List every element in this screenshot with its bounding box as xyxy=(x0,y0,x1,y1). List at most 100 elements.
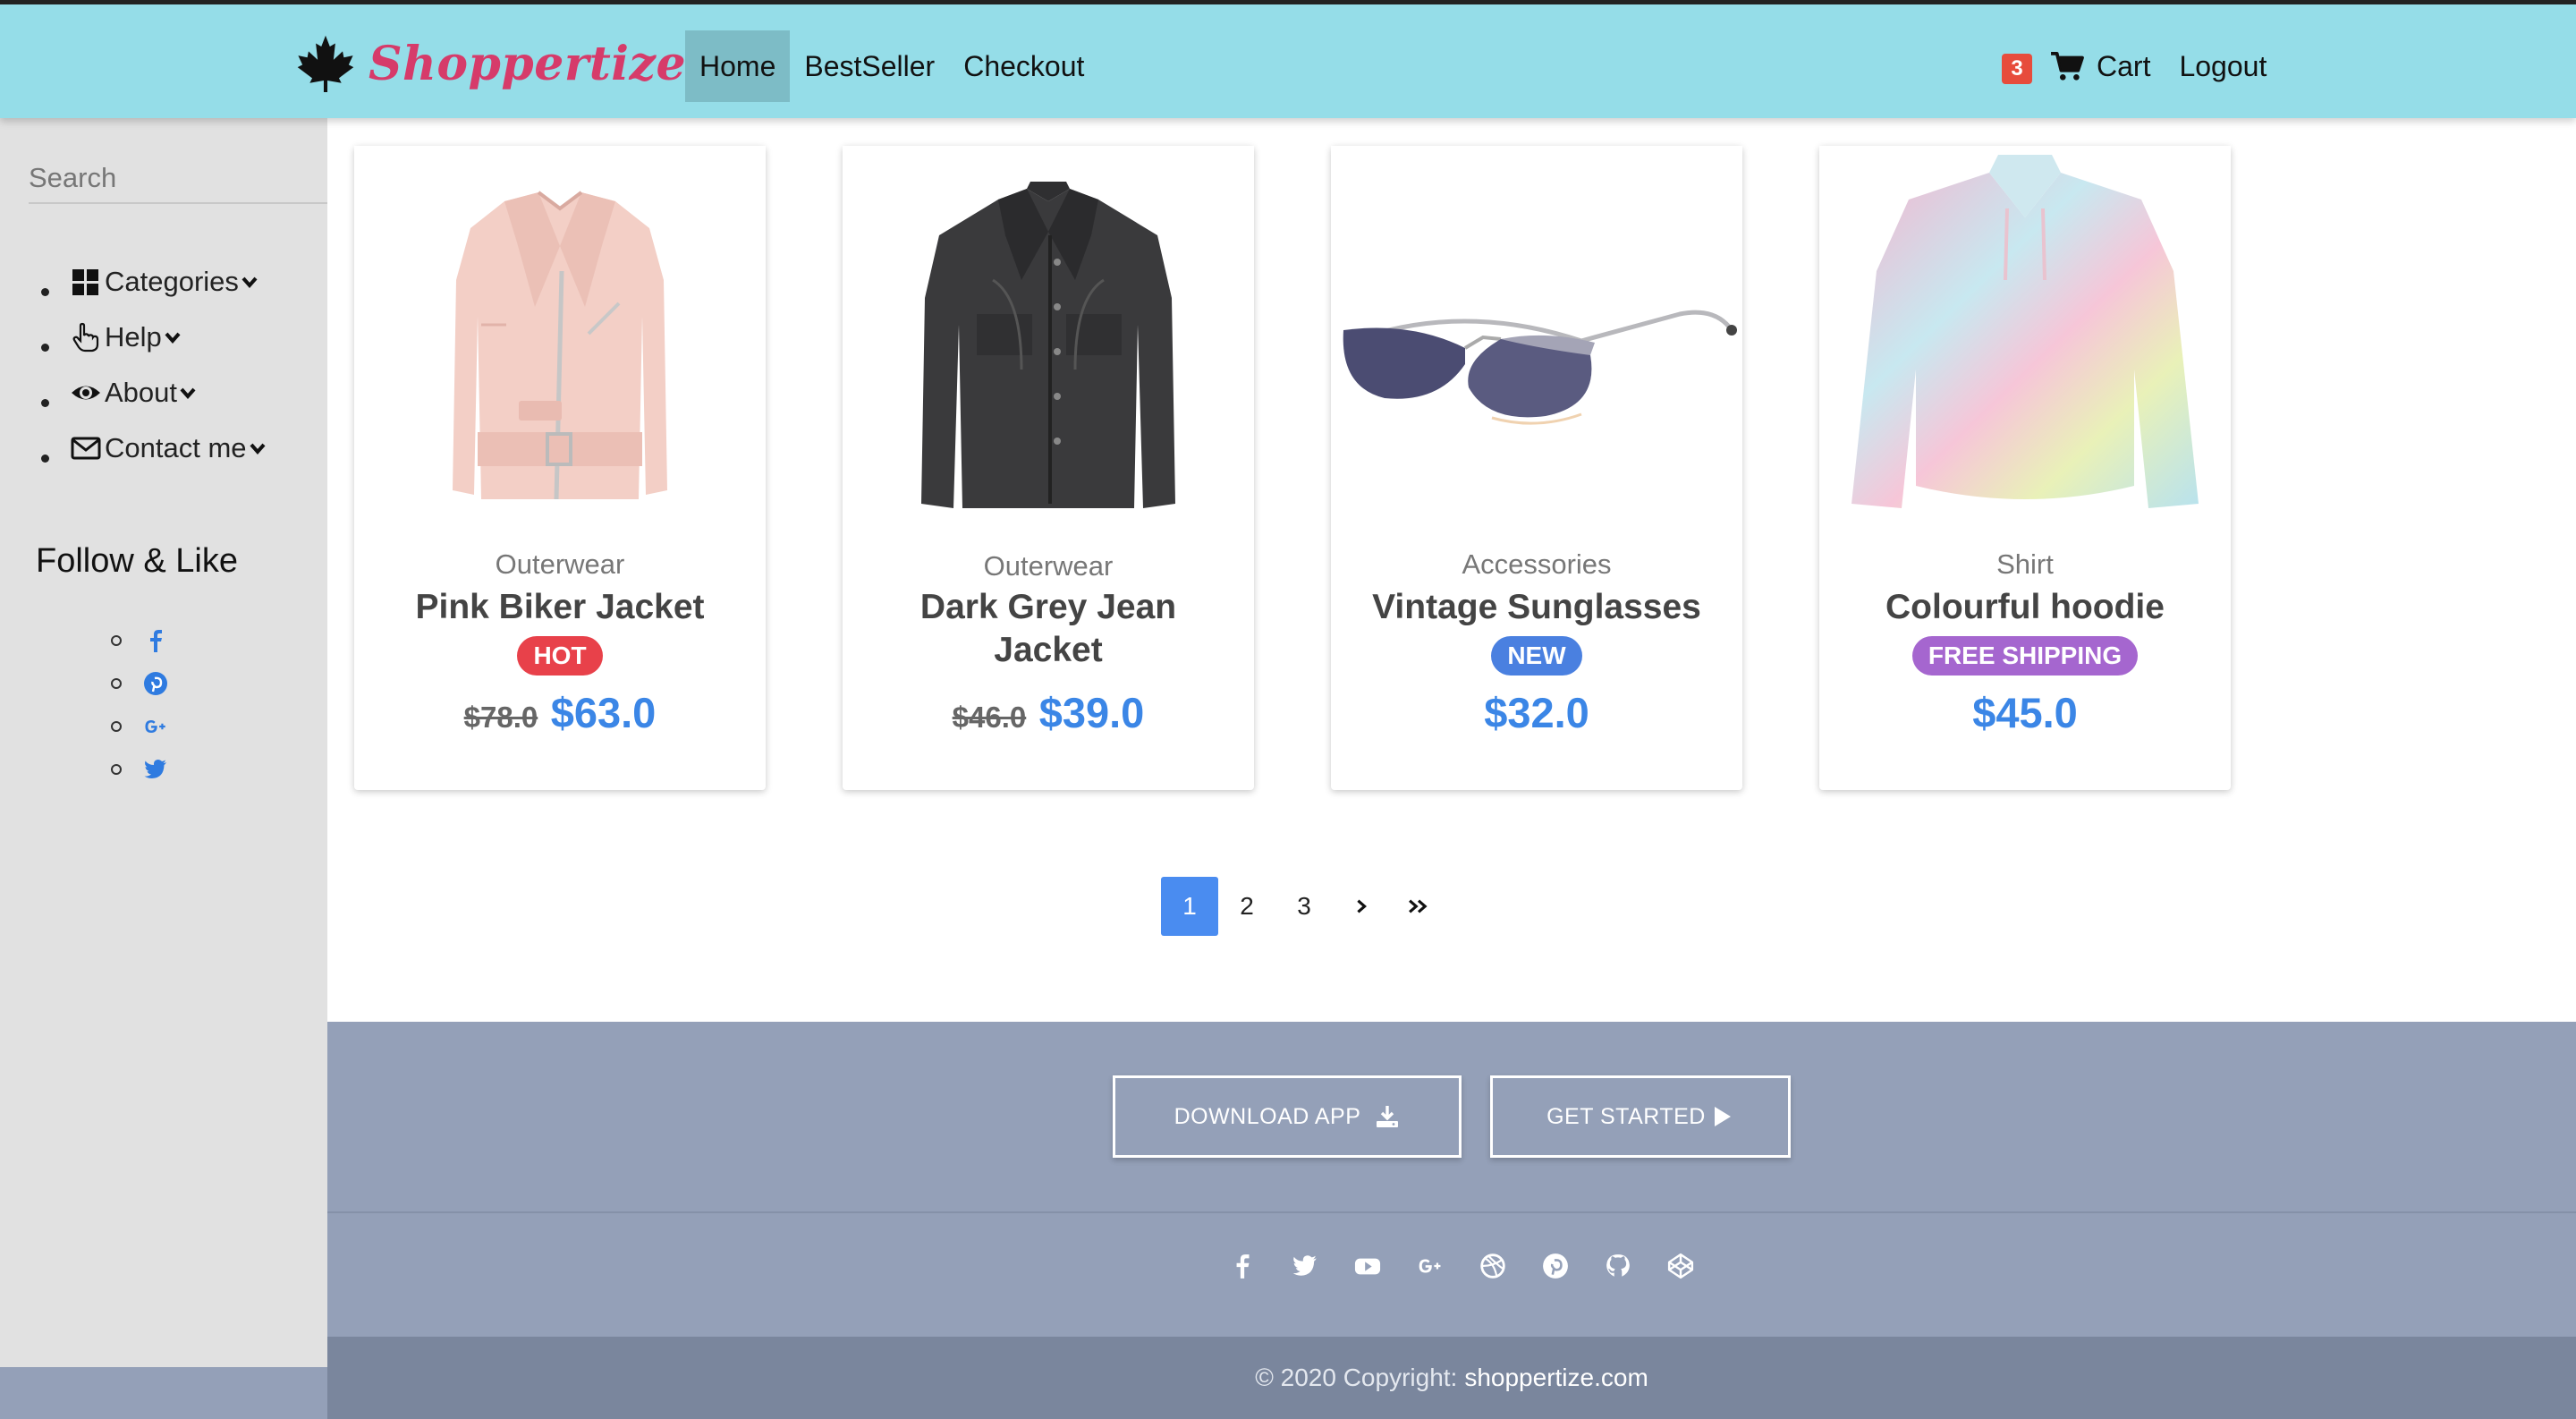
brand-logo[interactable]: Shoppertize xyxy=(295,24,686,103)
sidebar-menu: Categories Help About Contact me xyxy=(41,254,267,476)
current-price: $63.0 xyxy=(550,689,657,736)
chevron-down-icon xyxy=(250,443,266,455)
badge-row: FREE SHIPPING xyxy=(1819,636,2231,676)
old-price: $46.0 xyxy=(952,701,1027,734)
pinterest-icon xyxy=(1543,1253,1568,1279)
current-price: $45.0 xyxy=(1972,689,2078,736)
product-category: Outerwear xyxy=(495,548,625,580)
product-category: Accessories xyxy=(1462,548,1612,580)
product-name: Pink Biker Jacket xyxy=(415,588,705,626)
product-name: Vintage Sunglasses xyxy=(1372,588,1701,626)
sidebar-google-plus-link[interactable] xyxy=(111,705,168,748)
bullet xyxy=(41,344,49,352)
last-page-button[interactable] xyxy=(1390,877,1447,936)
product-card[interactable]: Accessories Vintage Sunglasses NEW $32.0 xyxy=(1331,146,1742,790)
product-name: Dark Grey Jean Jacket xyxy=(919,588,1177,669)
cart-link[interactable]: Cart xyxy=(2050,50,2150,83)
product-image-vintage-sunglasses xyxy=(1331,146,1742,522)
footer-facebook-link[interactable] xyxy=(1211,1253,1274,1279)
get-started-label: GET STARTED xyxy=(1546,1103,1706,1129)
sidebar-facebook-link[interactable] xyxy=(111,619,168,662)
sidebar-item-contact[interactable]: Contact me xyxy=(41,421,267,476)
footer: DOWNLOAD APP GET STARTED © 2020 Copyrigh… xyxy=(327,1022,2576,1419)
sidebar-footer-strip xyxy=(0,1367,327,1419)
chevron-down-icon xyxy=(242,276,258,289)
envelope-icon xyxy=(71,437,101,460)
page-2-button[interactable]: 2 xyxy=(1218,877,1275,936)
download-app-label: DOWNLOAD APP xyxy=(1174,1103,1361,1129)
old-price: $78.0 xyxy=(463,701,538,734)
free-shipping-badge: FREE SHIPPING xyxy=(1911,636,2139,676)
hand-pointer-icon xyxy=(72,322,99,353)
sidebar-item-label: Help xyxy=(105,321,162,353)
facebook-icon xyxy=(1236,1254,1250,1279)
eye-icon xyxy=(72,386,100,400)
github-icon xyxy=(1606,1254,1630,1277)
bullet xyxy=(111,721,122,732)
footer-dribbble-link[interactable] xyxy=(1462,1253,1524,1279)
footer-divider xyxy=(327,1211,2576,1213)
bullet xyxy=(111,678,122,689)
sidebar-pinterest-link[interactable] xyxy=(111,662,168,705)
copyright-link[interactable]: shoppertize.com xyxy=(1464,1364,1648,1392)
footer-codepen-link[interactable] xyxy=(1649,1253,1712,1279)
sidebar-item-about[interactable]: About xyxy=(41,365,267,421)
bullet xyxy=(41,288,49,296)
double-chevron-right-icon xyxy=(1409,899,1428,913)
nav-home[interactable]: Home xyxy=(685,30,791,102)
sidebar-item-label: About xyxy=(105,377,178,408)
badge-row: NEW xyxy=(1331,636,1742,676)
product-image-colourful-hoodie xyxy=(1819,146,2231,522)
product-name: Colourful hoodie xyxy=(1885,588,2165,626)
google-plus-icon xyxy=(145,720,165,733)
twitter-icon xyxy=(144,760,166,778)
follow-heading: Follow & Like xyxy=(36,542,238,580)
sidebar-item-help[interactable]: Help xyxy=(41,310,267,365)
product-card[interactable]: Outerwear Pink Biker Jacket HOT $78.0 $6… xyxy=(354,146,766,790)
footer-twitter-link[interactable] xyxy=(1274,1253,1336,1279)
maple-leaf-icon xyxy=(297,35,354,92)
google-plus-icon xyxy=(1419,1259,1441,1273)
sidebar-twitter-link[interactable] xyxy=(111,748,168,791)
cart-icon xyxy=(2051,51,2084,81)
youtube-icon xyxy=(1354,1258,1381,1275)
nav-bestseller[interactable]: BestSeller xyxy=(790,30,949,102)
logout-link[interactable]: Logout xyxy=(2179,50,2267,83)
product-card[interactable]: Outerwear Dark Grey Jean Jacket $46.0 $3… xyxy=(843,146,1254,790)
download-app-button[interactable]: DOWNLOAD APP xyxy=(1113,1075,1462,1158)
next-page-button[interactable] xyxy=(1333,877,1390,936)
bullet xyxy=(41,455,49,463)
footer-youtube-link[interactable] xyxy=(1336,1253,1399,1279)
price-row: $45.0 xyxy=(1819,688,2231,737)
pagination: 1 2 3 xyxy=(1161,877,1447,936)
page-1-button[interactable]: 1 xyxy=(1161,877,1218,936)
product-card[interactable]: Shirt Colourful hoodie FREE SHIPPING $45… xyxy=(1819,146,2231,790)
current-price: $39.0 xyxy=(1038,689,1145,736)
badge-row: HOT xyxy=(354,636,766,676)
twitter-icon xyxy=(1292,1255,1317,1276)
copyright-bar: © 2020 Copyright: shoppertize.com xyxy=(327,1337,2576,1419)
grid-icon xyxy=(72,269,98,295)
nav-checkout[interactable]: Checkout xyxy=(949,30,1098,102)
page-3-button[interactable]: 3 xyxy=(1275,877,1333,936)
nav-right: 3 Cart Logout xyxy=(2002,30,2267,102)
footer-pinterest-link[interactable] xyxy=(1524,1253,1587,1279)
chevron-down-icon xyxy=(180,387,196,400)
bullet xyxy=(41,399,49,407)
sidebar-item-label: Categories xyxy=(105,266,239,297)
top-navbar: Shoppertize Home BestSeller Checkout 3 C… xyxy=(0,0,2576,118)
play-icon xyxy=(1714,1107,1731,1126)
chevron-right-icon xyxy=(1357,899,1367,913)
get-started-button[interactable]: GET STARTED xyxy=(1490,1075,1791,1158)
sidebar-item-categories[interactable]: Categories xyxy=(41,254,267,310)
cart-label: Cart xyxy=(2097,49,2151,82)
sidebar: Categories Help About xyxy=(0,118,327,1367)
sidebar-social-list xyxy=(111,619,168,791)
price-row: $32.0 xyxy=(1331,688,1742,737)
codepen-icon xyxy=(1667,1253,1694,1279)
footer-google-plus-link[interactable] xyxy=(1399,1253,1462,1279)
search-input[interactable] xyxy=(29,154,327,204)
product-image-dark-grey-jean-jacket xyxy=(843,146,1254,522)
footer-github-link[interactable] xyxy=(1587,1253,1649,1279)
hot-badge: HOT xyxy=(517,636,603,676)
